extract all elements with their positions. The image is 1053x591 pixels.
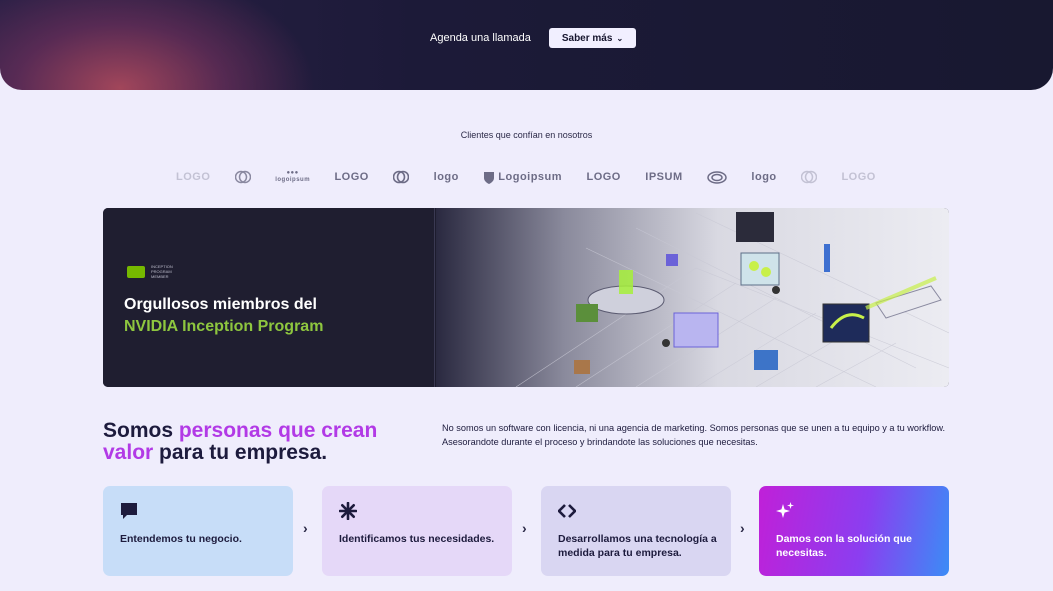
nvidia-banner: INCEPTION PROGRAM MEMBER Orgullosos miem… [103,208,949,387]
chevron-down-icon: ⌄ [616,33,624,43]
chat-bubble-icon [121,503,137,519]
client-logo-oval-icon [707,170,727,184]
step-label: Desarrollamos una tecnología a medida pa… [558,533,717,559]
nvidia-logo-icon [127,265,145,278]
clients-title: Clientes que confían en nosotros [460,130,593,140]
intro-heading-part1: Somos [103,419,179,442]
banner-title: Orgullosos miembros del NVIDIA Inception… [124,294,323,338]
step-label: Damos con la solución que necesitas. [776,533,912,559]
banner-title-line1: Orgullosos miembros del [124,296,317,313]
client-logo: Logoipsum [483,171,562,184]
intro-paragraph: No somos un software con licencia, ni un… [442,423,946,447]
badge-line: MEMBER [151,274,169,279]
chevron-right-icon: › [303,520,308,536]
step-label: Identificamos tus necesidades. [339,533,495,545]
intro-heading-part2: para tu empresa. [153,441,328,464]
client-logos-strip: LOGO ●●● logoipsum LOGO logo Logoipsum L… [176,168,876,186]
step-label: Entendemos tu negocio. [120,533,242,545]
client-logo: logo [751,171,777,183]
learn-more-label: Saber más [561,32,613,44]
client-logo: LOGO [586,171,621,183]
intro-heading-highlight2: valor [103,441,154,464]
isometric-illustration [436,208,949,387]
client-logo-name: Logoipsum [498,171,563,183]
sparkle-icon [776,502,794,518]
client-logo: logo [433,171,459,183]
intro-heading-highlight1: personas que crean [178,419,378,442]
client-logo-ring-icon [801,170,818,184]
client-logo-name: logoipsum [275,177,311,183]
schedule-call-link[interactable]: Agenda una llamada [430,32,531,44]
step-card: Damos con la solución que necesitas. [759,486,949,576]
nvidia-inception-badge: INCEPTION PROGRAM MEMBER [127,264,173,279]
step-card: Identificamos tus necesidades. [322,486,512,576]
step-card: Entendemos tu negocio. [103,486,293,576]
asterisk-icon [339,502,357,520]
intro-heading: Somos personas que crean valor para tu em… [103,420,423,464]
client-logo: LOGO [841,171,876,183]
step-card: Desarrollamos una tecnología a medida pa… [541,486,731,576]
client-logo-ring-icon [393,170,410,184]
chevron-right-icon: › [522,520,527,536]
client-logo-ring-icon [234,170,251,184]
client-logo: LOGO [176,171,211,183]
banner-title-line2: NVIDIA Inception Program [124,318,324,335]
shield-icon [484,171,495,184]
learn-more-button[interactable]: Saber más ⌄ [549,28,636,48]
client-logo: IPSUM [645,171,683,183]
hero-banner: Agenda una llamada Saber más ⌄ [0,0,1053,90]
chevron-right-icon: › [740,520,745,536]
code-diamond-icon [558,504,576,518]
client-logo-dots-icon: ●●● [286,170,299,176]
client-logo: LOGO [334,171,369,183]
isometric-lab-illustration [515,212,949,387]
badge-text: INCEPTION PROGRAM MEMBER [151,264,173,279]
client-logo: ●●● logoipsum [275,170,310,184]
banner-text-panel: INCEPTION PROGRAM MEMBER Orgullosos miem… [103,208,435,387]
